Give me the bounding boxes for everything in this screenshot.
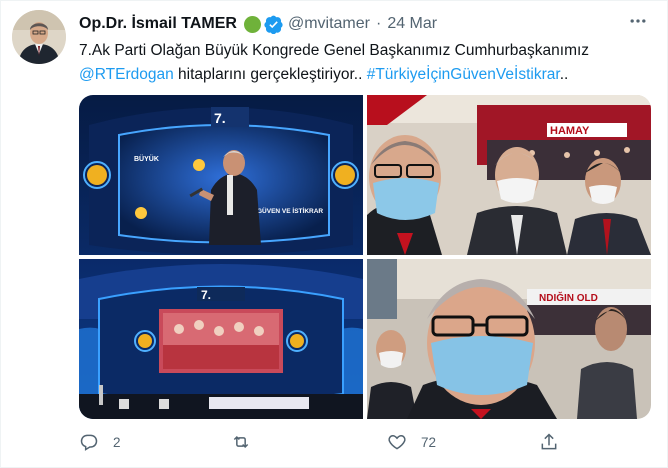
- photo1-screen-left: BÜYÜK: [134, 154, 159, 163]
- heart-icon: [388, 434, 406, 450]
- retweet-icon: [233, 435, 249, 449]
- share-button[interactable]: [539, 429, 573, 455]
- tweet-text-end: ..: [559, 66, 569, 83]
- photo1-screen-right: GÜVEN VE İSTİKRAR: [257, 206, 323, 215]
- tweet-header: Op.Dr. İsmail TAMER @mvitamer · 24 Mar: [79, 12, 647, 36]
- tweet-card[interactable]: Op.Dr. İsmail TAMER @mvitamer · 24 Mar 7…: [0, 0, 668, 468]
- tweet-text-line1: 7.Ak Parti Olağan Büyük Kongrede Genel B…: [79, 42, 590, 59]
- retweet-button[interactable]: [231, 429, 265, 455]
- reply-count: 2: [113, 434, 121, 450]
- tweet-text-mid: hitaplarını gerçekleştiriyor..: [173, 66, 367, 83]
- status-emoji-icon: [243, 15, 261, 33]
- like-count: 72: [421, 434, 437, 450]
- separator-dot: ·: [375, 15, 382, 32]
- photo-stage-speech[interactable]: 7. BÜYÜK GÜVEN VE İSTİKRAR: [79, 95, 363, 255]
- hashtag-link[interactable]: #TürkiyeİçinGüvenVeİstikrar: [367, 66, 560, 83]
- tweet-actions: 2 72: [79, 429, 579, 455]
- photo1-logo: 7.: [214, 110, 226, 126]
- author-name[interactable]: Op.Dr. İsmail TAMER: [79, 15, 237, 33]
- share-icon: [541, 433, 557, 450]
- reply-icon: [80, 434, 98, 451]
- verified-badge-icon: [264, 15, 283, 34]
- photo3-logo: 7.: [201, 288, 211, 302]
- photo-selfie-group[interactable]: HAMAY: [367, 95, 651, 255]
- like-button[interactable]: 72: [387, 429, 436, 455]
- photo-selfie-closeup[interactable]: NDIĞIN OLD: [367, 259, 651, 419]
- tweet-date[interactable]: 24 Mar: [387, 15, 437, 33]
- photo-stage-wide[interactable]: 7.: [79, 259, 363, 419]
- avatar[interactable]: [12, 10, 66, 64]
- tweet-text: 7.Ak Parti Olağan Büyük Kongrede Genel B…: [79, 39, 649, 87]
- author-handle[interactable]: @mvitamer: [288, 15, 370, 33]
- photo4-banner: NDIĞIN OLD: [539, 291, 598, 304]
- media-grid: 7. BÜYÜK GÜVEN VE İSTİKRAR HAMAY 7. NDIĞ…: [79, 95, 651, 419]
- mention-link[interactable]: @RTErdogan: [79, 66, 174, 83]
- more-options-icon[interactable]: [627, 11, 649, 33]
- photo2-banner: HAMAY: [550, 125, 590, 137]
- reply-button[interactable]: 2: [79, 429, 121, 455]
